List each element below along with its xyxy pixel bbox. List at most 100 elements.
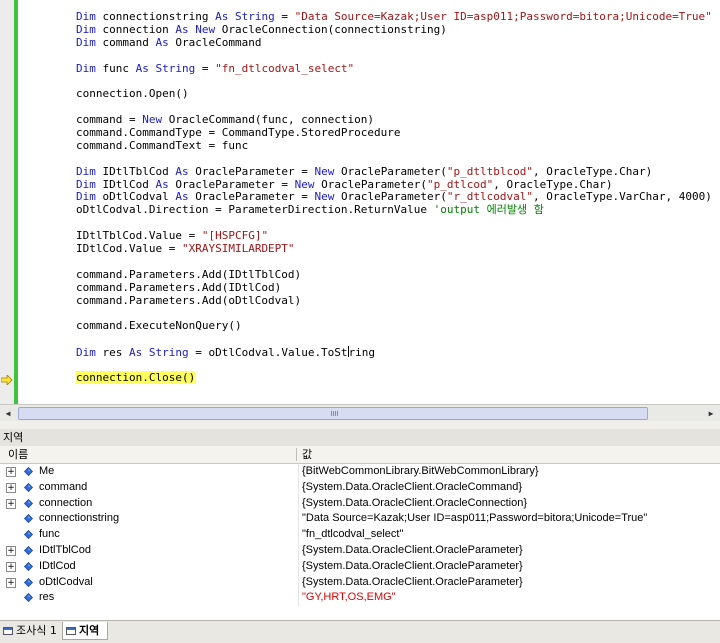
- variable-name: IDtlCod: [39, 559, 76, 572]
- locals-row[interactable]: connectionstring "Data Source=Kazak;User …: [0, 511, 720, 528]
- tab-watch-1[interactable]: 조사식 1: [0, 622, 62, 640]
- locals-row[interactable]: + IDtlTblCod {System.Data.OracleClient.Ora…: [0, 542, 720, 559]
- locals-row[interactable]: + oDtlCodval {System.Data.OracleClient.Ora…: [0, 574, 720, 591]
- code-token: OracleParameter =: [195, 164, 315, 178]
- variable-value[interactable]: "Data Source=Kazak;User ID=asp011;Passwo…: [302, 511, 647, 527]
- code-token: , OracleType.VarChar, 4000): [533, 190, 712, 204]
- variable-value[interactable]: {System.Data.OracleClient.OracleParamete…: [302, 559, 523, 575]
- keyword-token: As: [155, 177, 176, 191]
- code-line[interactable]: command.CommandText = func: [76, 138, 712, 153]
- keyword-token: As New: [175, 22, 222, 36]
- locals-row[interactable]: res "GY,HRT,OS,EMG": [0, 590, 720, 607]
- keyword-token: As: [175, 190, 196, 204]
- code-line[interactable]: connection.Close(): [76, 370, 712, 385]
- row-column-divider: [298, 590, 299, 607]
- code-line[interactable]: IDtlCod.Value = "XRAYSIMILARDEPT": [76, 242, 712, 256]
- keyword-token: Dim: [76, 10, 103, 23]
- keyword-token: Dim: [76, 164, 103, 178]
- code-token: connection.Close(): [76, 370, 196, 384]
- variable-icon: [24, 498, 33, 508]
- keyword-token: As String: [135, 61, 196, 75]
- keyword-token: As: [155, 35, 176, 49]
- keyword-token: Dim: [76, 61, 103, 75]
- code-token: OracleParameter(: [321, 177, 428, 191]
- code-line[interactable]: command.Parameters.Add(oDtlCodval): [76, 293, 712, 308]
- locals-row[interactable]: + Me {BitWebCommonLibrary.BitWebCommonLibr…: [0, 464, 720, 480]
- variable-name: func: [39, 528, 60, 541]
- code-token: command.Parameters.Add(oDtlCodval): [76, 293, 302, 307]
- code-token: command: [102, 35, 156, 49]
- code-token: IDtlCod: [102, 177, 156, 191]
- editor-gutter[interactable]: [0, 0, 14, 404]
- horizontal-scrollbar[interactable]: ◀ ▶: [0, 404, 720, 421]
- execution-pointer-icon: [1, 375, 13, 385]
- bottom-tab-strip: 조사식 1 지역: [0, 620, 720, 643]
- column-header-value[interactable]: 값: [302, 446, 312, 463]
- code-token: IDtlTblCod: [102, 164, 176, 178]
- code-line[interactable]: Dim command As OracleCommand: [76, 35, 712, 50]
- code-token: =: [195, 61, 216, 75]
- keyword-token: As: [175, 164, 196, 178]
- code-token: func: [102, 61, 136, 75]
- keyword-token: Dim: [76, 35, 103, 49]
- code-line[interactable]: Dim res As String = oDtlCodval.Value.ToS…: [76, 346, 712, 359]
- scroll-right-button[interactable]: ▶: [704, 406, 718, 420]
- locals-row[interactable]: func "fn_dtlcodval_select": [0, 527, 720, 543]
- code-token: connection: [102, 22, 176, 36]
- variable-value[interactable]: {System.Data.OracleClient.OracleParamete…: [302, 543, 523, 559]
- keyword-token: Dim: [76, 346, 103, 360]
- row-column-divider: [298, 527, 299, 543]
- code-lines[interactable]: Dim connectionstring As String = "Data S…: [76, 10, 712, 385]
- code-token: oDtlCodval: [102, 190, 176, 204]
- code-token: OracleConnection(connectionstring): [221, 22, 447, 36]
- code-token: OracleParameter =: [175, 177, 295, 191]
- string-token: "XRAYSIMILARDEPT": [181, 242, 295, 256]
- tab-label: 조사식 1: [16, 624, 57, 637]
- variable-name: IDtlTblCod: [39, 543, 91, 556]
- expand-icon[interactable]: +: [6, 545, 16, 556]
- variable-value[interactable]: {System.Data.OracleClient.OracleConnecti…: [302, 496, 527, 512]
- keyword-token: Dim: [76, 190, 103, 204]
- locals-row[interactable]: + connection {System.Data.OracleClient.Ora…: [0, 495, 720, 512]
- variable-name: res: [39, 591, 55, 604]
- variable-value[interactable]: "GY,HRT,OS,EMG": [302, 590, 396, 606]
- tab-locals[interactable]: 지역: [62, 622, 108, 640]
- code-line[interactable]: [76, 333, 712, 346]
- code-token: command.CommandText = func: [76, 138, 249, 152]
- keyword-token: New: [142, 113, 169, 127]
- variable-name: Me: [39, 465, 55, 477]
- keyword-token: New: [314, 164, 341, 178]
- variable-value[interactable]: {BitWebCommonLibrary.BitWebCommonLibrary…: [302, 464, 539, 480]
- column-separator[interactable]: [296, 448, 297, 461]
- variable-icon: [24, 577, 33, 587]
- expand-icon[interactable]: +: [6, 467, 16, 477]
- code-token: oDtlCodval.Direction = ParameterDirectio…: [76, 203, 434, 217]
- locals-row[interactable]: + IDtlCod {System.Data.OracleClient.Oracle…: [0, 558, 720, 575]
- expand-icon[interactable]: +: [6, 498, 16, 509]
- row-column-divider: [298, 574, 299, 591]
- variable-value[interactable]: {System.Data.OracleClient.OracleCommand}: [302, 480, 522, 496]
- code-token: command.ExecuteNonQuery(): [76, 319, 242, 333]
- keyword-token: As String: [129, 346, 189, 360]
- row-column-divider: [298, 495, 299, 512]
- keyword-token: New: [314, 190, 341, 204]
- scroll-left-button[interactable]: ◀: [1, 406, 15, 420]
- expand-icon[interactable]: +: [6, 561, 16, 572]
- code-editor[interactable]: Dim connectionstring As String = "Data S…: [0, 0, 720, 404]
- code-line[interactable]: connection.Open(): [76, 87, 712, 101]
- scroll-grip: [331, 411, 339, 416]
- code-line[interactable]: Dim func As String = "fn_dtlcodval_selec…: [76, 61, 712, 76]
- locals-row[interactable]: + command {System.Data.OracleClient.Oracle…: [0, 479, 720, 496]
- variable-value[interactable]: {System.Data.OracleClient.OracleParamete…: [302, 575, 523, 591]
- expand-icon[interactable]: +: [6, 482, 16, 493]
- column-header-name[interactable]: 이름: [8, 446, 28, 463]
- code-line[interactable]: command.ExecuteNonQuery(): [76, 319, 712, 333]
- variable-name: connection: [39, 496, 93, 509]
- code-token: command.CommandType = CommandType.Stored…: [76, 126, 401, 140]
- watch-icon: [3, 627, 13, 635]
- code-line[interactable]: [76, 359, 712, 372]
- variable-value[interactable]: "fn_dtlcodval_select": [302, 527, 403, 543]
- expand-icon[interactable]: +: [6, 577, 16, 588]
- scroll-thumb[interactable]: [18, 407, 648, 420]
- code-line[interactable]: oDtlCodval.Direction = ParameterDirectio…: [76, 203, 712, 217]
